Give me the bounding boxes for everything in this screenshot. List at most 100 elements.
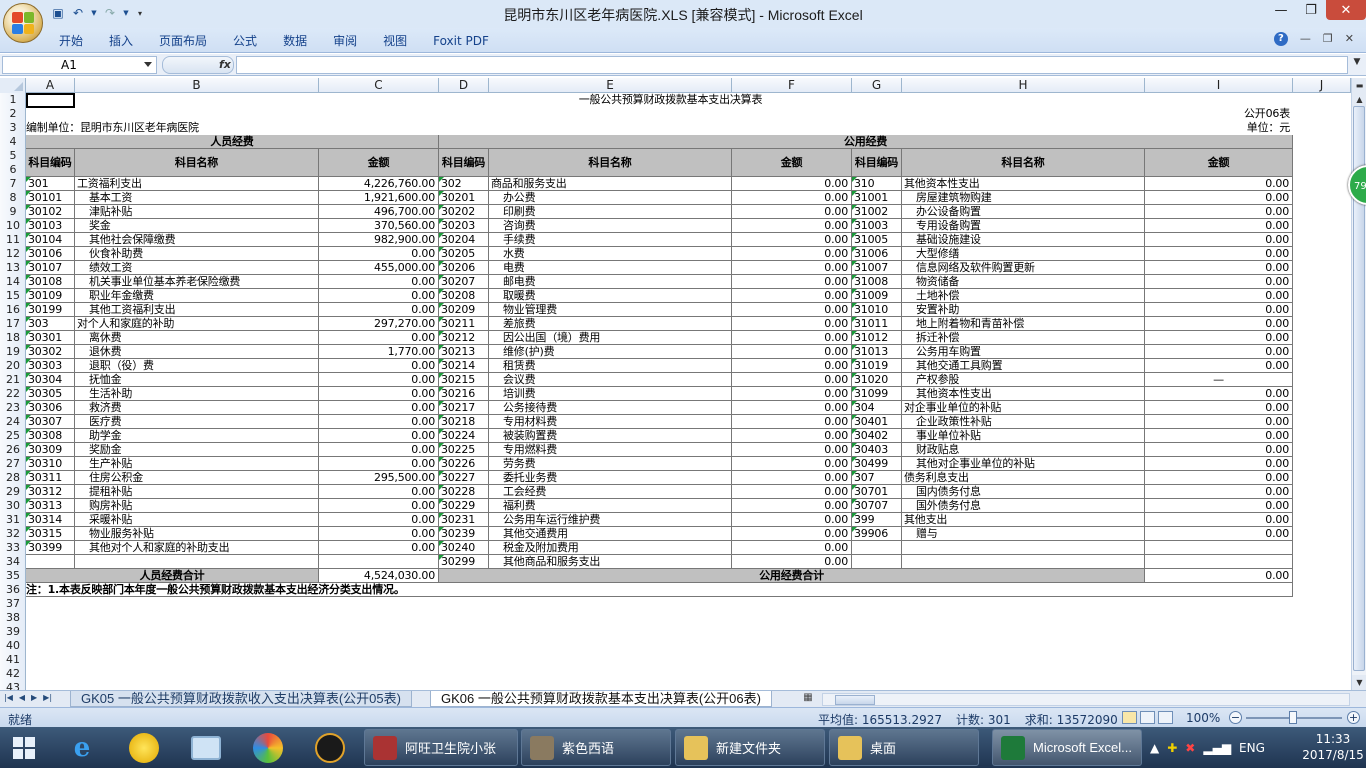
row-header-7[interactable]: 7 [0,177,25,191]
row-code[interactable]: 30313 [26,499,75,513]
row-amount[interactable] [319,555,439,569]
row-name[interactable]: 其他交通费用 [489,527,732,541]
row-name[interactable]: 专用材料费 [489,415,732,429]
row-header-41[interactable]: 41 [0,653,25,667]
row-code[interactable]: 30315 [26,527,75,541]
tab-foxit-pdf[interactable]: Foxit PDF [420,32,502,50]
row-amount[interactable]: 0.00 [732,219,852,233]
row-amount[interactable]: 0.00 [1145,303,1293,317]
row-code[interactable]: 30307 [26,415,75,429]
row-code[interactable]: 30499 [852,457,902,471]
column-header-g[interactable]: G [852,78,902,93]
row-amount[interactable]: 0.00 [319,387,439,401]
scroll-down-icon[interactable]: ▼ [1352,675,1366,690]
row-amount[interactable]: 0.00 [732,499,852,513]
row-amount[interactable]: 0.00 [1145,401,1293,415]
row-amount[interactable]: 1,770.00 [319,345,439,359]
row-name[interactable]: 医疗费 [75,415,319,429]
row-name[interactable]: 安置补助 [902,303,1145,317]
workbook-minimize-icon[interactable]: — [1300,32,1311,46]
row-code[interactable]: 30312 [26,485,75,499]
row-name[interactable]: 抚恤金 [75,373,319,387]
workbook-restore-icon[interactable]: ❐ [1323,32,1333,46]
row-amount[interactable]: 0.00 [1145,177,1293,191]
tab-insert[interactable]: 插入 [96,32,146,50]
row-code[interactable] [26,555,75,569]
row-code[interactable]: 307 [852,471,902,485]
row-amount[interactable]: 0.00 [732,415,852,429]
row-name[interactable]: 其他支出 [902,513,1145,527]
row-header-40[interactable]: 40 [0,639,25,653]
row-name[interactable]: 对企事业单位的补贴 [902,401,1145,415]
row-amount[interactable]: 1,921,600.00 [319,191,439,205]
row-name[interactable]: 国外债务付息 [902,499,1145,513]
row-amount[interactable]: 0.00 [319,499,439,513]
workbook-close-icon[interactable]: ✕ [1345,32,1354,46]
row-header-21[interactable]: 21 [0,373,25,387]
row-name[interactable]: 赠与 [902,527,1145,541]
row-code[interactable]: 31003 [852,219,902,233]
row-header-29[interactable]: 29 [0,485,25,499]
row-amount[interactable]: 0.00 [732,555,852,569]
tray-plus-icon[interactable]: ✚ [1167,741,1177,755]
row-header-31[interactable]: 31 [0,513,25,527]
row-name[interactable]: 物业管理费 [489,303,732,317]
name-box-dropdown-icon[interactable] [144,62,152,67]
row-header-35[interactable]: 35 [0,569,25,583]
public-total-label[interactable]: 公用经费合计 [439,569,1145,583]
header-name-1[interactable]: 科目名称 [489,149,732,177]
minimize-button[interactable]: — [1266,0,1296,20]
row-name[interactable]: 工会经费 [489,485,732,499]
row-name[interactable]: 产权参股 [902,373,1145,387]
row-code[interactable]: 31011 [852,317,902,331]
row-name[interactable]: 福利费 [489,499,732,513]
row-code[interactable]: 31008 [852,275,902,289]
row-code[interactable]: 31002 [852,205,902,219]
row-code[interactable]: 30701 [852,485,902,499]
row-name[interactable]: 其他商品和服务支出 [489,555,732,569]
row-name[interactable]: 国内债务付息 [902,485,1145,499]
column-header-d[interactable]: D [439,78,489,93]
help-icon[interactable]: ? [1273,32,1288,46]
row-code[interactable]: 30231 [439,513,489,527]
row-amount[interactable]: 0.00 [732,177,852,191]
maximize-button[interactable]: ❐ [1296,0,1326,20]
row-amount[interactable]: 982,900.00 [319,233,439,247]
row-code[interactable]: 30299 [439,555,489,569]
row-name[interactable]: 办公费 [489,191,732,205]
row-code[interactable]: 30214 [439,359,489,373]
row-code[interactable]: 31010 [852,303,902,317]
row-code[interactable]: 30211 [439,317,489,331]
row-amount[interactable]: 0.00 [732,303,852,317]
column-header-c[interactable]: C [319,78,439,93]
zoom-slider-thumb[interactable] [1289,711,1297,724]
row-code[interactable]: 30707 [852,499,902,513]
row-name[interactable]: 专用设备购置 [902,219,1145,233]
row-amount[interactable]: 455,000.00 [319,261,439,275]
row-name[interactable]: 培训费 [489,387,732,401]
row-amount[interactable]: 0.00 [319,303,439,317]
row-header-36[interactable]: 36 [0,583,25,597]
row-amount[interactable]: 0.00 [319,485,439,499]
row-amount[interactable]: 0.00 [319,331,439,345]
row-header-5[interactable]: 5 [0,149,25,163]
row-code[interactable]: 30108 [26,275,75,289]
next-sheet-icon[interactable]: ▶ [31,693,37,702]
row-header-4[interactable]: 4 [0,135,25,149]
row-name[interactable]: 财政贴息 [902,443,1145,457]
office-button[interactable] [3,3,43,43]
column-header-b[interactable]: B [75,78,319,93]
row-name[interactable]: 其他社会保障缴费 [75,233,319,247]
browser-360-icon[interactable] [240,729,296,767]
row-name[interactable]: 公务用车运行维护费 [489,513,732,527]
row-header-30[interactable]: 30 [0,499,25,513]
row-header-6[interactable]: 6 [0,163,25,177]
row-amount[interactable]: 0.00 [732,443,852,457]
row-header-9[interactable]: 9 [0,205,25,219]
row-header-2[interactable]: 2 [0,107,25,121]
row-amount[interactable]: 0.00 [1145,513,1293,527]
row-amount[interactable] [1145,541,1293,555]
row-name[interactable] [75,555,319,569]
worksheet-grid[interactable]: 一般公共预算财政拨款基本支出决算表 公开06表 编制单位：昆明市东川区老年病医院 单位… [26,93,1351,690]
row-code[interactable]: 30308 [26,429,75,443]
